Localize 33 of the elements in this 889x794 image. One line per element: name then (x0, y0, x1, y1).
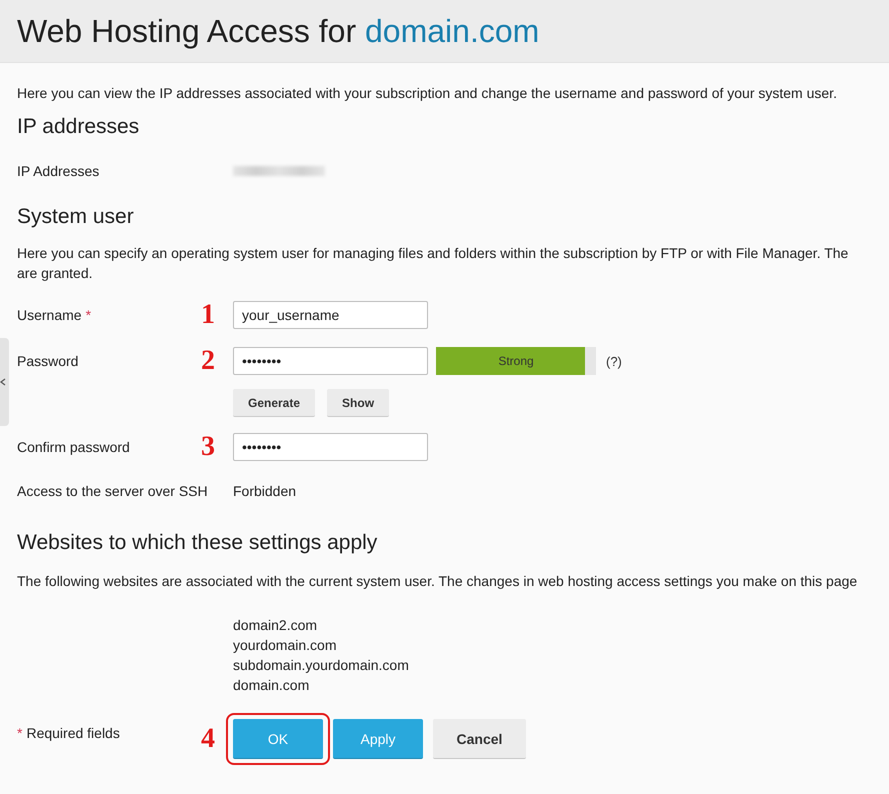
step-number: 1 (201, 299, 215, 331)
page-title: Web Hosting Access for domain.com (17, 12, 540, 50)
field-label: Password (17, 353, 78, 369)
field-label: Access to the server over SSH (17, 483, 208, 499)
required-fields-note: * Required fields (17, 724, 121, 741)
generate-button[interactable]: Generate (233, 389, 316, 417)
website-name: domain.com (233, 676, 310, 695)
section-heading: Websites to which these settings apply (17, 531, 378, 555)
chevron-left-icon (0, 378, 6, 386)
show-button[interactable]: Show (327, 389, 390, 417)
website-name: domain2.com (233, 616, 318, 635)
intro-text: Here you can view the IP addresses associated with your subscription and change the username and password of your system user. (17, 84, 838, 103)
field-label: Username * (17, 307, 92, 323)
password-field[interactable]: •••••••• (233, 347, 428, 375)
step-number: 4 (201, 723, 215, 755)
step-number: 2 (201, 345, 215, 377)
input-field[interactable]: •••••••• (233, 433, 428, 461)
collapse-tab[interactable] (0, 338, 9, 426)
ssh-access-value: Forbidden (233, 483, 298, 499)
website-name: yourdomain.com (233, 636, 338, 655)
help-link[interactable]: (?) (606, 354, 622, 368)
input-field[interactable]: your_username (233, 301, 428, 329)
cancel-button[interactable]: Cancel (433, 719, 526, 759)
description-text: Here you can specify an operating system user for managing files and folders within the subscription by FTP or with File Manager. The are granted. (17, 244, 850, 283)
website-name: subdomain.yourdomain.com (233, 656, 410, 675)
field-label: Confirm password (17, 439, 130, 455)
strength-label: Strong (497, 353, 535, 370)
domain-link[interactable]: domain.com (365, 12, 540, 48)
description-text: The following websites are associated with the current system user. The changes in web hosting access settings you make on this page (17, 572, 858, 591)
section-heading: System user (17, 205, 135, 229)
field-label: IP Addresses (17, 163, 100, 179)
section-heading: IP addresses (17, 115, 140, 139)
step-number: 3 (201, 431, 215, 463)
